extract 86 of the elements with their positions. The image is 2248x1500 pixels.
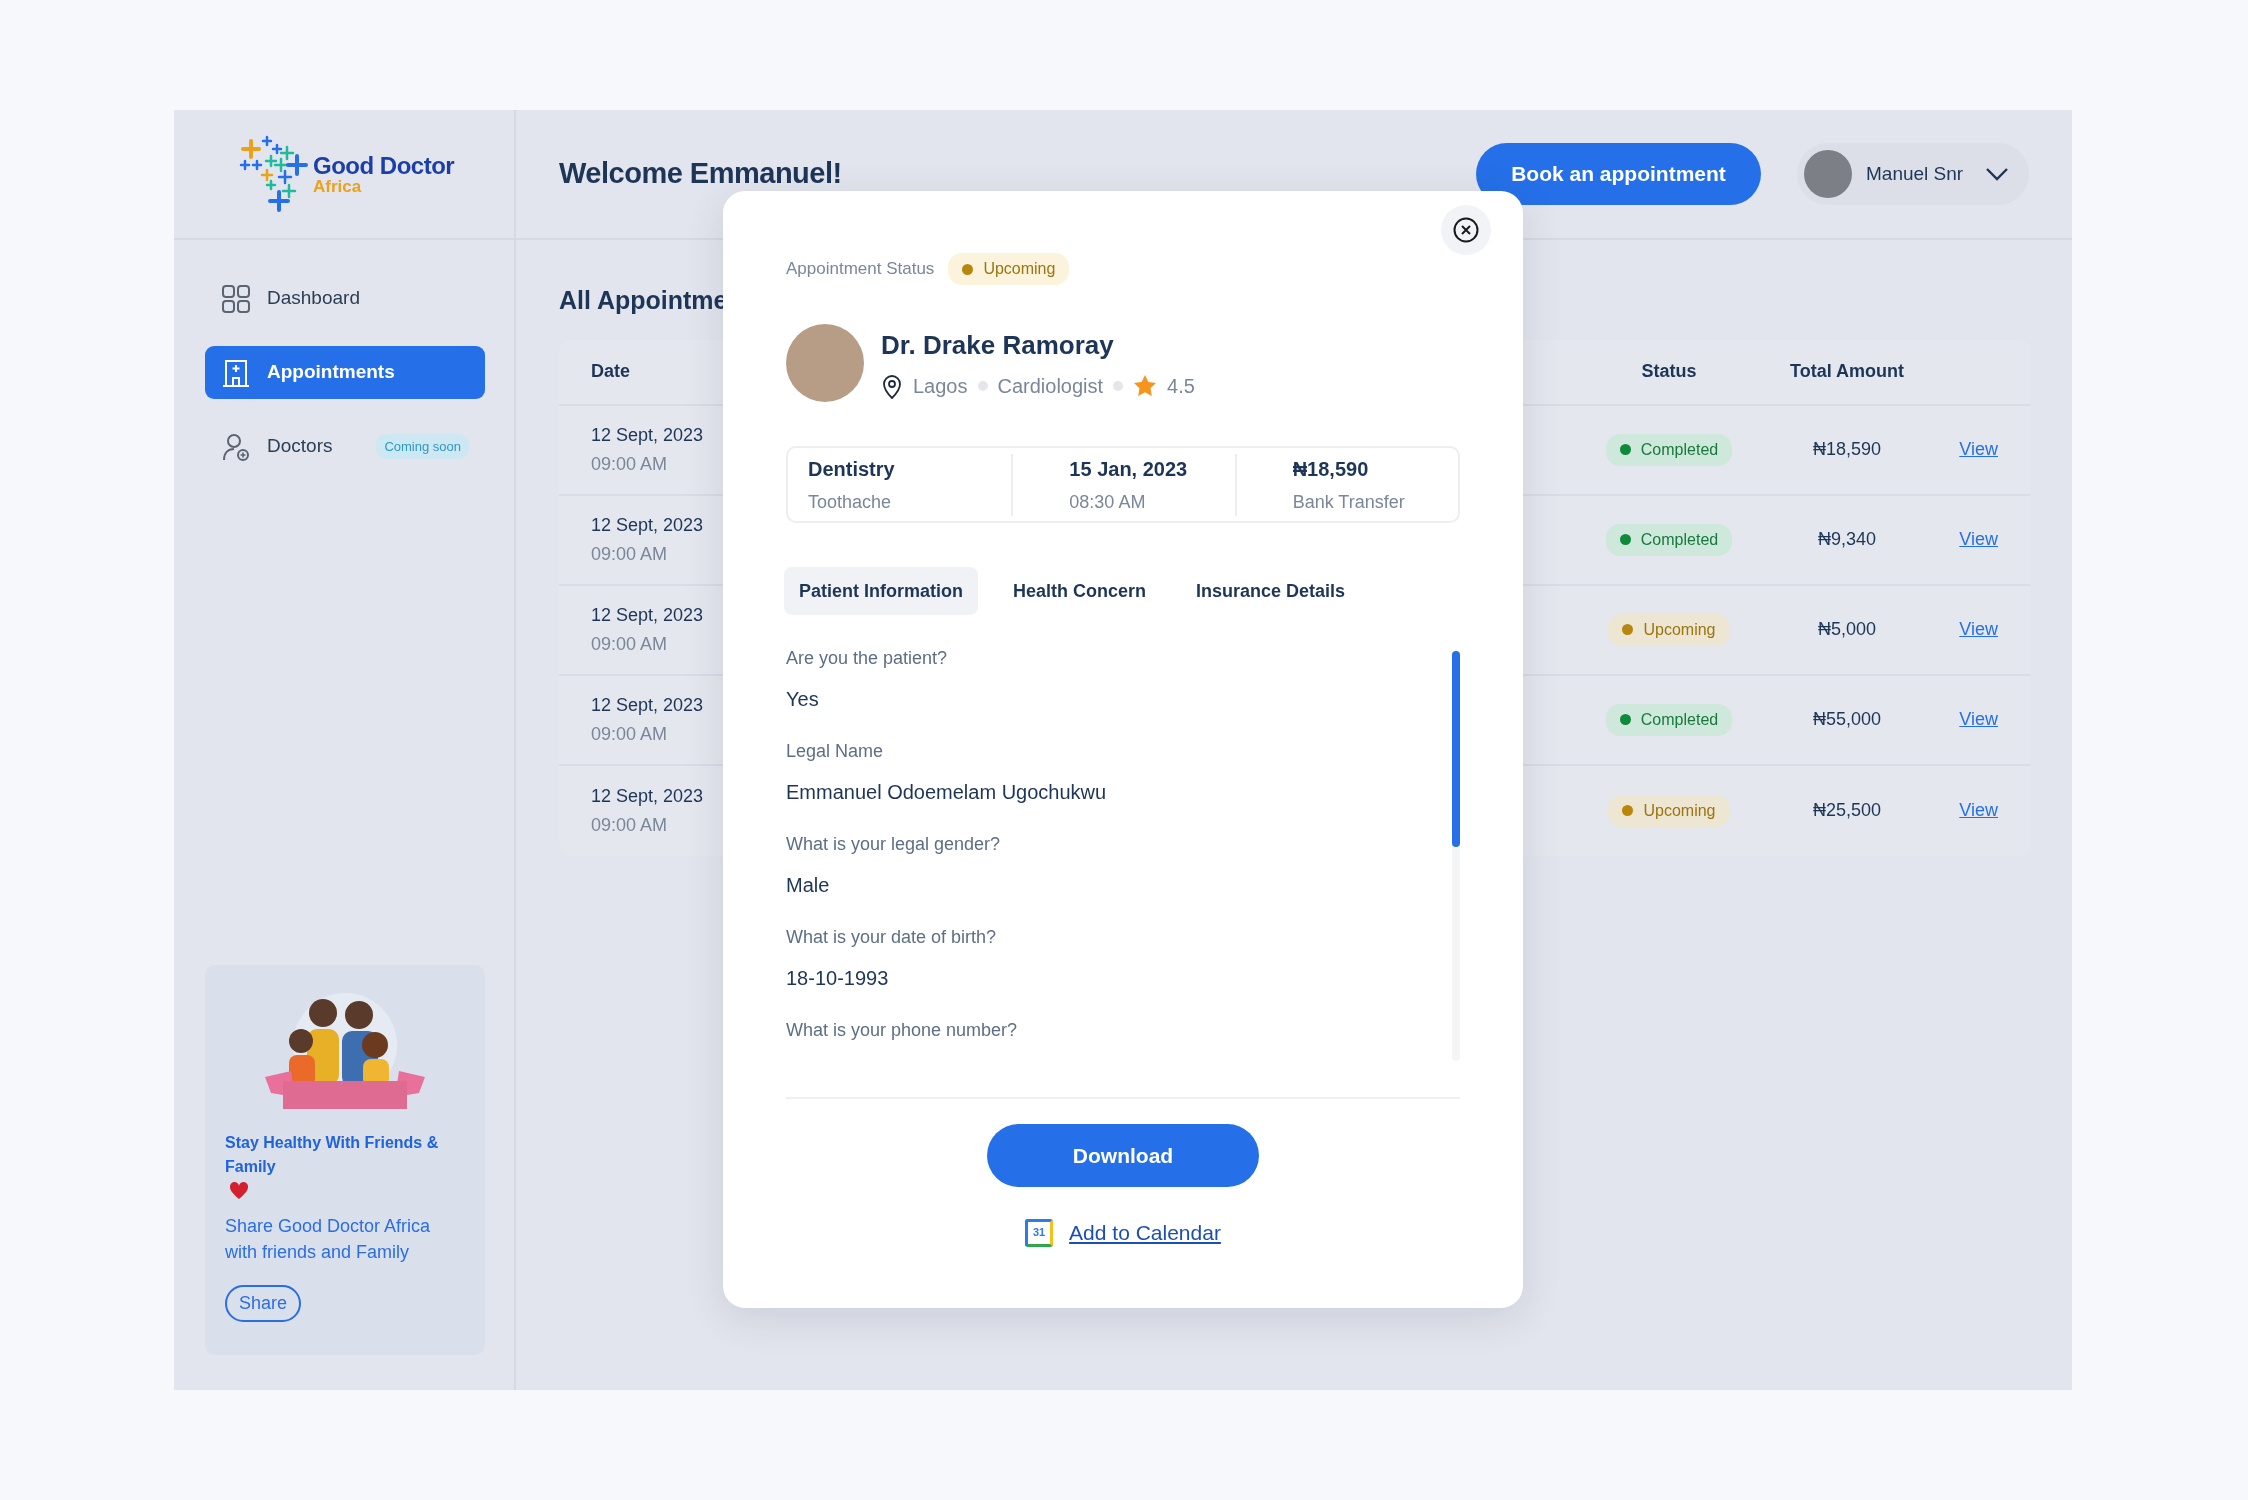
scrollbar-thumb[interactable] <box>1452 651 1460 847</box>
sidebar-nav-item[interactable]: Doctors Coming soon <box>205 420 485 473</box>
payment-amount: ₦18,590 <box>1292 456 1369 482</box>
doctor-specialty: Cardiologist <box>997 373 1104 399</box>
appointment-time: 09:00 AM <box>591 722 668 746</box>
welcome-heading: Welcome Emmanuel! <box>559 156 842 192</box>
calendar-icon: 31 <box>1025 1218 1054 1247</box>
question-label: What is your date of birth? <box>786 926 997 949</box>
close-icon <box>1453 217 1479 243</box>
appointment-date: 12 Sept, 2023 <box>591 693 704 717</box>
grid-icon <box>221 283 251 314</box>
logo-tagline: Africa <box>313 177 363 195</box>
status-label: Appointment Status <box>786 258 935 281</box>
answer-text: Yes <box>786 687 819 712</box>
separator-dot <box>1113 380 1124 391</box>
nav-label: Dashboard <box>267 286 360 311</box>
appointment-date: 12 Sept, 2023 <box>591 603 704 627</box>
amount-cell: ₦9,340 <box>1817 529 1876 549</box>
sidebar-nav-item[interactable]: Appointments <box>205 346 485 399</box>
payment-method: Bank Transfer <box>1292 490 1405 514</box>
question-label: Are you the patient? <box>786 647 948 670</box>
tab[interactable]: Health Concern <box>998 567 1162 615</box>
tab[interactable]: Insurance Details <box>1181 567 1361 615</box>
tab[interactable]: Patient Information <box>784 567 978 615</box>
heart-icon <box>229 1181 249 1200</box>
status-badge: Upcoming <box>1608 794 1730 827</box>
book-appointment-button[interactable]: Book an appointment <box>1476 143 1761 205</box>
user-plus-icon <box>221 431 251 462</box>
column-header: Date <box>591 360 630 383</box>
doctor-name: Dr. Drake Ramoray <box>881 328 1115 362</box>
separator-dot <box>977 380 988 391</box>
amount-cell: ₦25,500 <box>1812 800 1882 820</box>
logo-mark-icon <box>239 135 309 213</box>
appointment-time: 08:30 AM <box>1069 490 1146 514</box>
view-link[interactable]: View <box>1959 616 1998 643</box>
status-badge: Completed <box>1605 523 1733 556</box>
answer-text: Male <box>786 873 830 898</box>
service-reason: Toothache <box>808 490 892 514</box>
chevron-down-icon <box>1985 166 2009 182</box>
question-label: What is your legal gender? <box>786 833 1001 856</box>
location-pin-icon <box>881 372 903 399</box>
promo-text: Share Good Doctor Africa with friends and Family <box>225 1215 432 1265</box>
star-icon <box>1133 374 1158 397</box>
status-badge: Upcoming <box>948 253 1070 285</box>
answer-text: Emmanuel Odoemelam Ugochukwu <box>786 780 1107 805</box>
nav-label: Doctors <box>267 434 333 459</box>
question-label: What is your phone number? <box>786 1019 1018 1042</box>
amount-cell: ₦5,000 <box>1817 619 1876 639</box>
close-button[interactable] <box>1441 205 1491 255</box>
view-link[interactable]: View <box>1959 526 1998 553</box>
column-header: Total Amount <box>1790 360 1904 383</box>
doctor-rating: 4.5 <box>1167 373 1195 399</box>
coming-soon-badge: Coming soon <box>376 433 469 460</box>
user-menu[interactable]: Manuel Snr <box>1797 143 2029 205</box>
nav-label: Appointments <box>267 360 395 385</box>
user-avatar <box>1804 150 1852 198</box>
add-to-calendar-link[interactable]: Add to Calendar <box>1069 1217 1221 1249</box>
appointment-time: 09:00 AM <box>591 813 668 837</box>
view-link[interactable]: View <box>1959 797 1998 824</box>
question-label: Legal Name <box>786 740 884 763</box>
share-button[interactable]: Share <box>225 1285 302 1323</box>
service-name: Dentistry <box>808 456 895 482</box>
logo-name: Good Doctor <box>313 153 455 178</box>
status-badge: Completed <box>1605 433 1733 466</box>
column-header: Status <box>1641 360 1697 383</box>
appointment-time: 09:00 AM <box>591 542 668 566</box>
appointment-date: 12 Sept, 2023 <box>591 513 704 537</box>
status-badge: Upcoming <box>1608 613 1730 646</box>
hospital-building-icon <box>221 357 251 388</box>
promo-title: Stay Healthy With Friends & Family <box>225 1133 440 1177</box>
view-link[interactable]: View <box>1959 436 1998 463</box>
doctor-location: Lagos <box>913 373 968 399</box>
sidebar-nav-item[interactable]: Dashboard <box>205 272 485 325</box>
status-badge: Completed <box>1605 703 1733 736</box>
amount-cell: ₦18,590 <box>1812 439 1882 459</box>
appointment-date: 12 Sept, 2023 <box>591 423 704 447</box>
view-link[interactable]: View <box>1959 706 1998 733</box>
user-name: Manuel Snr <box>1866 161 1964 186</box>
amount-cell: ₦55,000 <box>1812 709 1882 729</box>
appointment-date: 15 Jan, 2023 <box>1069 456 1188 482</box>
download-button[interactable]: Download <box>987 1124 1259 1187</box>
appointment-date: 12 Sept, 2023 <box>591 784 704 808</box>
appointment-time: 09:00 AM <box>591 452 668 476</box>
appointment-time: 09:00 AM <box>591 632 668 656</box>
section-title: All Appointme <box>559 285 728 316</box>
answer-text: 18-10-1993 <box>786 966 889 991</box>
